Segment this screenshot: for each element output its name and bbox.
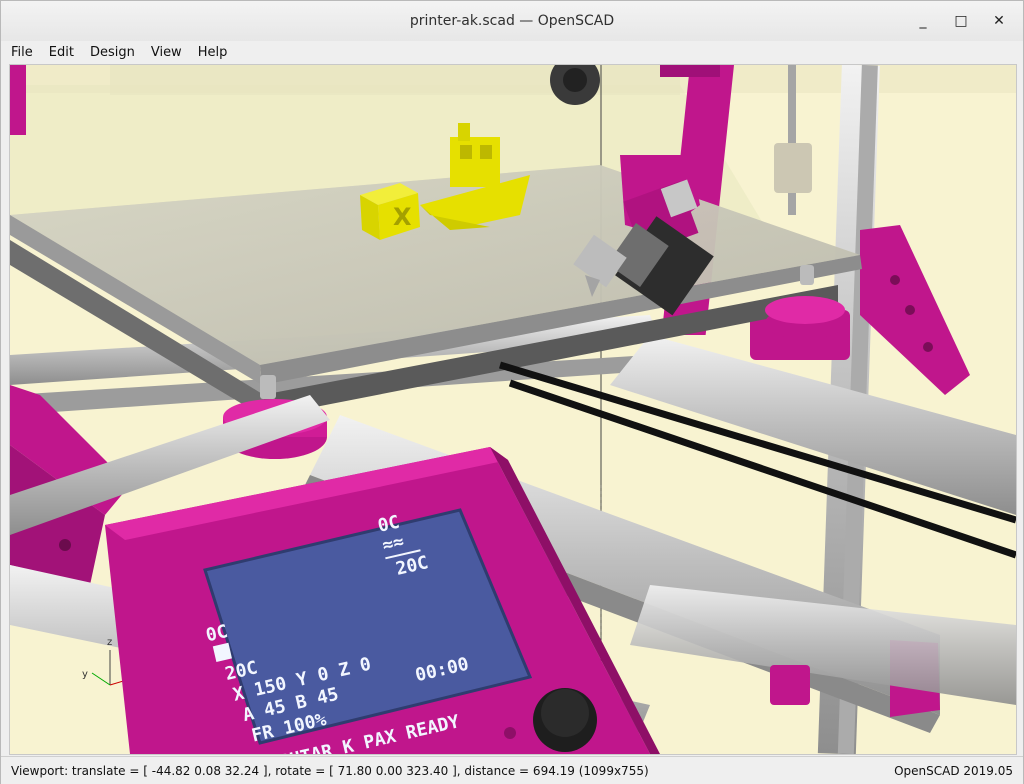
svg-text:X: X xyxy=(393,203,412,231)
axis-y-label: y xyxy=(82,669,88,680)
viewport-info: Viewport: translate = [ -44.82 0.08 32.2… xyxy=(11,763,649,778)
menu-view[interactable]: View xyxy=(143,45,190,60)
menu-file[interactable]: File xyxy=(1,45,41,60)
menu-help[interactable]: Help xyxy=(190,45,236,60)
3d-viewport[interactable]: X z x y xyxy=(9,64,1017,755)
menu-design[interactable]: Design xyxy=(82,45,143,60)
menu-edit[interactable]: Edit xyxy=(41,45,82,60)
openscad-window: printer-ak.scad — OpenSCAD _ □ ✕ File Ed… xyxy=(0,0,1024,784)
maximize-button[interactable]: □ xyxy=(951,11,971,31)
minimize-button[interactable]: _ xyxy=(913,11,933,31)
title-bar[interactable]: printer-ak.scad — OpenSCAD _ □ ✕ xyxy=(1,1,1023,42)
status-bar: Viewport: translate = [ -44.82 0.08 32.2… xyxy=(1,756,1023,784)
printer-render: X z x y xyxy=(10,65,1016,754)
window-title: printer-ak.scad — OpenSCAD xyxy=(409,13,615,29)
window-controls: _ □ ✕ xyxy=(913,11,1009,31)
menu-bar: File Edit Design View Help xyxy=(1,41,1023,63)
version-label: OpenSCAD 2019.05 xyxy=(894,763,1013,778)
close-button[interactable]: ✕ xyxy=(989,11,1009,31)
axis-z-label: z xyxy=(107,637,112,648)
